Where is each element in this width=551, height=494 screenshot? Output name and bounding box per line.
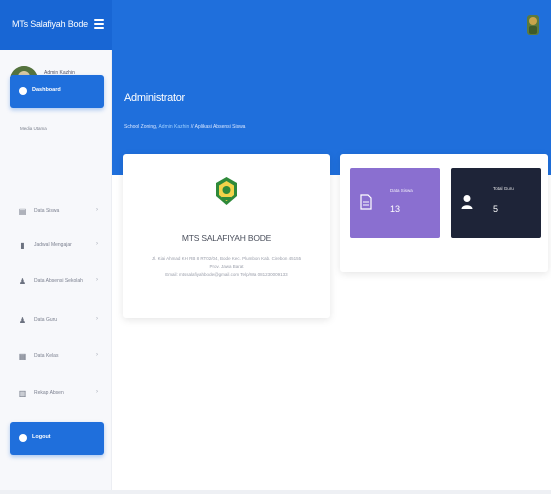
book-icon: ▮ xyxy=(20,241,25,250)
sidebar-item-rekap[interactable]: ▥ Rekap Absen › xyxy=(14,386,104,402)
school-contact-line: Email: mtssalafiyahbode@gmail.com Telp/W… xyxy=(165,272,288,277)
sidebar-item-absensi[interactable]: ♟ Data Absensi Sekolah › xyxy=(14,274,104,290)
sidebar-item-label: Jadwal Mengajar xyxy=(34,242,72,248)
sidebar-item-label: Rekap Absen xyxy=(34,390,64,396)
chevron-right-icon: › xyxy=(96,207,98,213)
sidebar-item-data-kelas[interactable]: ▦ Data Kelas › xyxy=(14,349,104,365)
page-title: Administrator xyxy=(124,92,185,104)
chevron-right-icon: › xyxy=(96,241,98,247)
dashboard-icon xyxy=(19,87,27,95)
dashboard-button[interactable]: Dashboard xyxy=(10,75,104,108)
user-avatar-icon[interactable] xyxy=(523,13,543,37)
stat-value: 13 xyxy=(390,204,401,214)
logout-icon xyxy=(19,434,27,442)
stat-value: 5 xyxy=(493,204,499,214)
footer-divider xyxy=(0,490,551,494)
chevron-right-icon: › xyxy=(96,389,98,395)
breadcrumb-suffix: // Aplikasi Absensi Siswa xyxy=(189,124,246,130)
user-icon xyxy=(461,195,473,209)
breadcrumb-link[interactable]: Admin Kazhin xyxy=(158,124,189,130)
chevron-right-icon: › xyxy=(96,277,98,283)
stat-label: Total Guru xyxy=(493,186,514,191)
sidebar-item-label: Data Absensi Sekolah xyxy=(34,278,83,284)
sidebar-item-label: Data Kelas xyxy=(34,353,59,359)
stat-total-guru[interactable]: Total Guru 5 xyxy=(451,168,541,238)
stats-card: Data Siswa 13 Total Guru 5 xyxy=(340,154,548,272)
logout-label: Logout xyxy=(32,434,51,440)
school-name: MTS SALAFIYAH BODE xyxy=(181,233,272,243)
sidebar-item-label: Data Siswa xyxy=(34,208,60,214)
document-icon xyxy=(360,194,372,210)
sidebar-item-data-siswa[interactable]: ▤ Data Siswa › xyxy=(14,204,104,220)
document-icon: ▤ xyxy=(18,207,27,216)
grid-icon: ▦ xyxy=(18,352,27,361)
school-address-line: Jl. Kiai Ahmad KH RB 8 RT02/04, Bode Kec… xyxy=(151,256,302,261)
dashboard-label: Dashboard xyxy=(32,87,61,93)
stat-data-siswa[interactable]: Data Siswa 13 xyxy=(350,168,440,238)
chevron-right-icon: › xyxy=(96,316,98,322)
sidebar-item-jadwal[interactable]: ▮ Jadwal Mengajar › xyxy=(14,238,104,254)
school-logo-icon xyxy=(216,177,237,205)
hamburger-icon[interactable] xyxy=(94,19,104,29)
breadcrumb: School Zoning, Admin Kazhin // Aplikasi … xyxy=(124,124,245,130)
sidebar-section-label: Media Utama xyxy=(20,126,47,131)
sidebar-item-data-guru[interactable]: ♟ Data Guru › xyxy=(14,313,104,329)
user-icon: ♟ xyxy=(18,316,27,325)
brand-area[interactable]: MTs Salafiyah Bode xyxy=(0,0,112,50)
school-address-line: Prov. Jawa Barat xyxy=(209,264,244,269)
brand-title: MTs Salafiyah Bode xyxy=(12,19,88,29)
sidebar-item-label: Data Guru xyxy=(34,317,58,323)
chevron-right-icon: › xyxy=(96,352,98,358)
school-address: Jl. Kiai Ahmad KH RB 8 RT02/04, Bode Kec… xyxy=(133,255,320,279)
school-info-card: MTS SALAFIYAH BODE Jl. Kiai Ahmad KH RB … xyxy=(123,154,330,318)
breadcrumb-prefix: School Zoning, xyxy=(124,124,159,130)
logout-button[interactable]: Logout xyxy=(10,422,104,455)
users-icon: ♟ xyxy=(18,277,27,286)
clipboard-icon: ▥ xyxy=(18,389,27,398)
stat-label: Data Siswa xyxy=(390,188,413,193)
top-navbar: MTs Salafiyah Bode xyxy=(0,0,551,50)
